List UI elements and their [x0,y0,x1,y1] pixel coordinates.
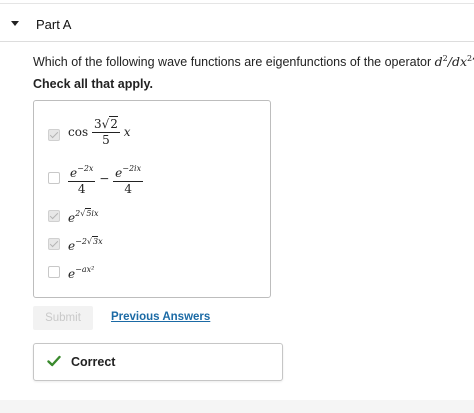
part-header[interactable]: Part A [0,4,474,42]
option-5-checkbox[interactable] [48,266,60,278]
instruction-text: Check all that apply. [33,77,153,91]
answer-option-3[interactable]: e2√5ix [34,205,270,227]
option-3-checkbox[interactable] [48,210,60,222]
feedback-correct: Correct [33,343,283,381]
option-2-checkbox[interactable] [48,172,60,184]
answer-options-box: cos 3√2 5 x e−2x 4 − e−2ix 4 e2√5ix e−2√… [33,100,271,298]
part-title: Part A [36,17,72,32]
answer-option-2[interactable]: e−2x 4 − e−2ix 4 [34,159,270,197]
question-prefix: Which of the following wave functions ar… [33,55,435,69]
option-4-expression: e−2√3x [68,236,103,253]
collapse-caret-icon[interactable] [11,21,19,26]
option-2-expression: e−2x 4 − e−2ix 4 [68,161,144,197]
feedback-text: Correct [71,355,116,369]
option-4-checkbox[interactable] [48,238,60,250]
answer-option-5[interactable]: e−ax² [34,261,270,283]
header-divider [0,41,474,42]
option-1-expression: cos 3√2 5 x [68,116,131,147]
checkmark-icon [47,355,61,367]
answer-option-4[interactable]: e−2√3x [34,233,270,255]
option-1-checkbox[interactable] [48,129,60,141]
bottom-divider [0,400,474,413]
previous-answers-link[interactable]: Previous Answers [111,311,210,323]
submit-button[interactable]: Submit [33,306,93,330]
option-3-expression: e2√5ix [68,208,99,225]
answer-option-1[interactable]: cos 3√2 5 x [34,115,270,155]
operator-expression: d2/dx2 [434,54,473,69]
option-5-expression: e−ax² [68,265,95,281]
question-text: Which of the following wave functions ar… [33,54,474,69]
page: Part A Which of the following wave funct… [0,0,474,413]
